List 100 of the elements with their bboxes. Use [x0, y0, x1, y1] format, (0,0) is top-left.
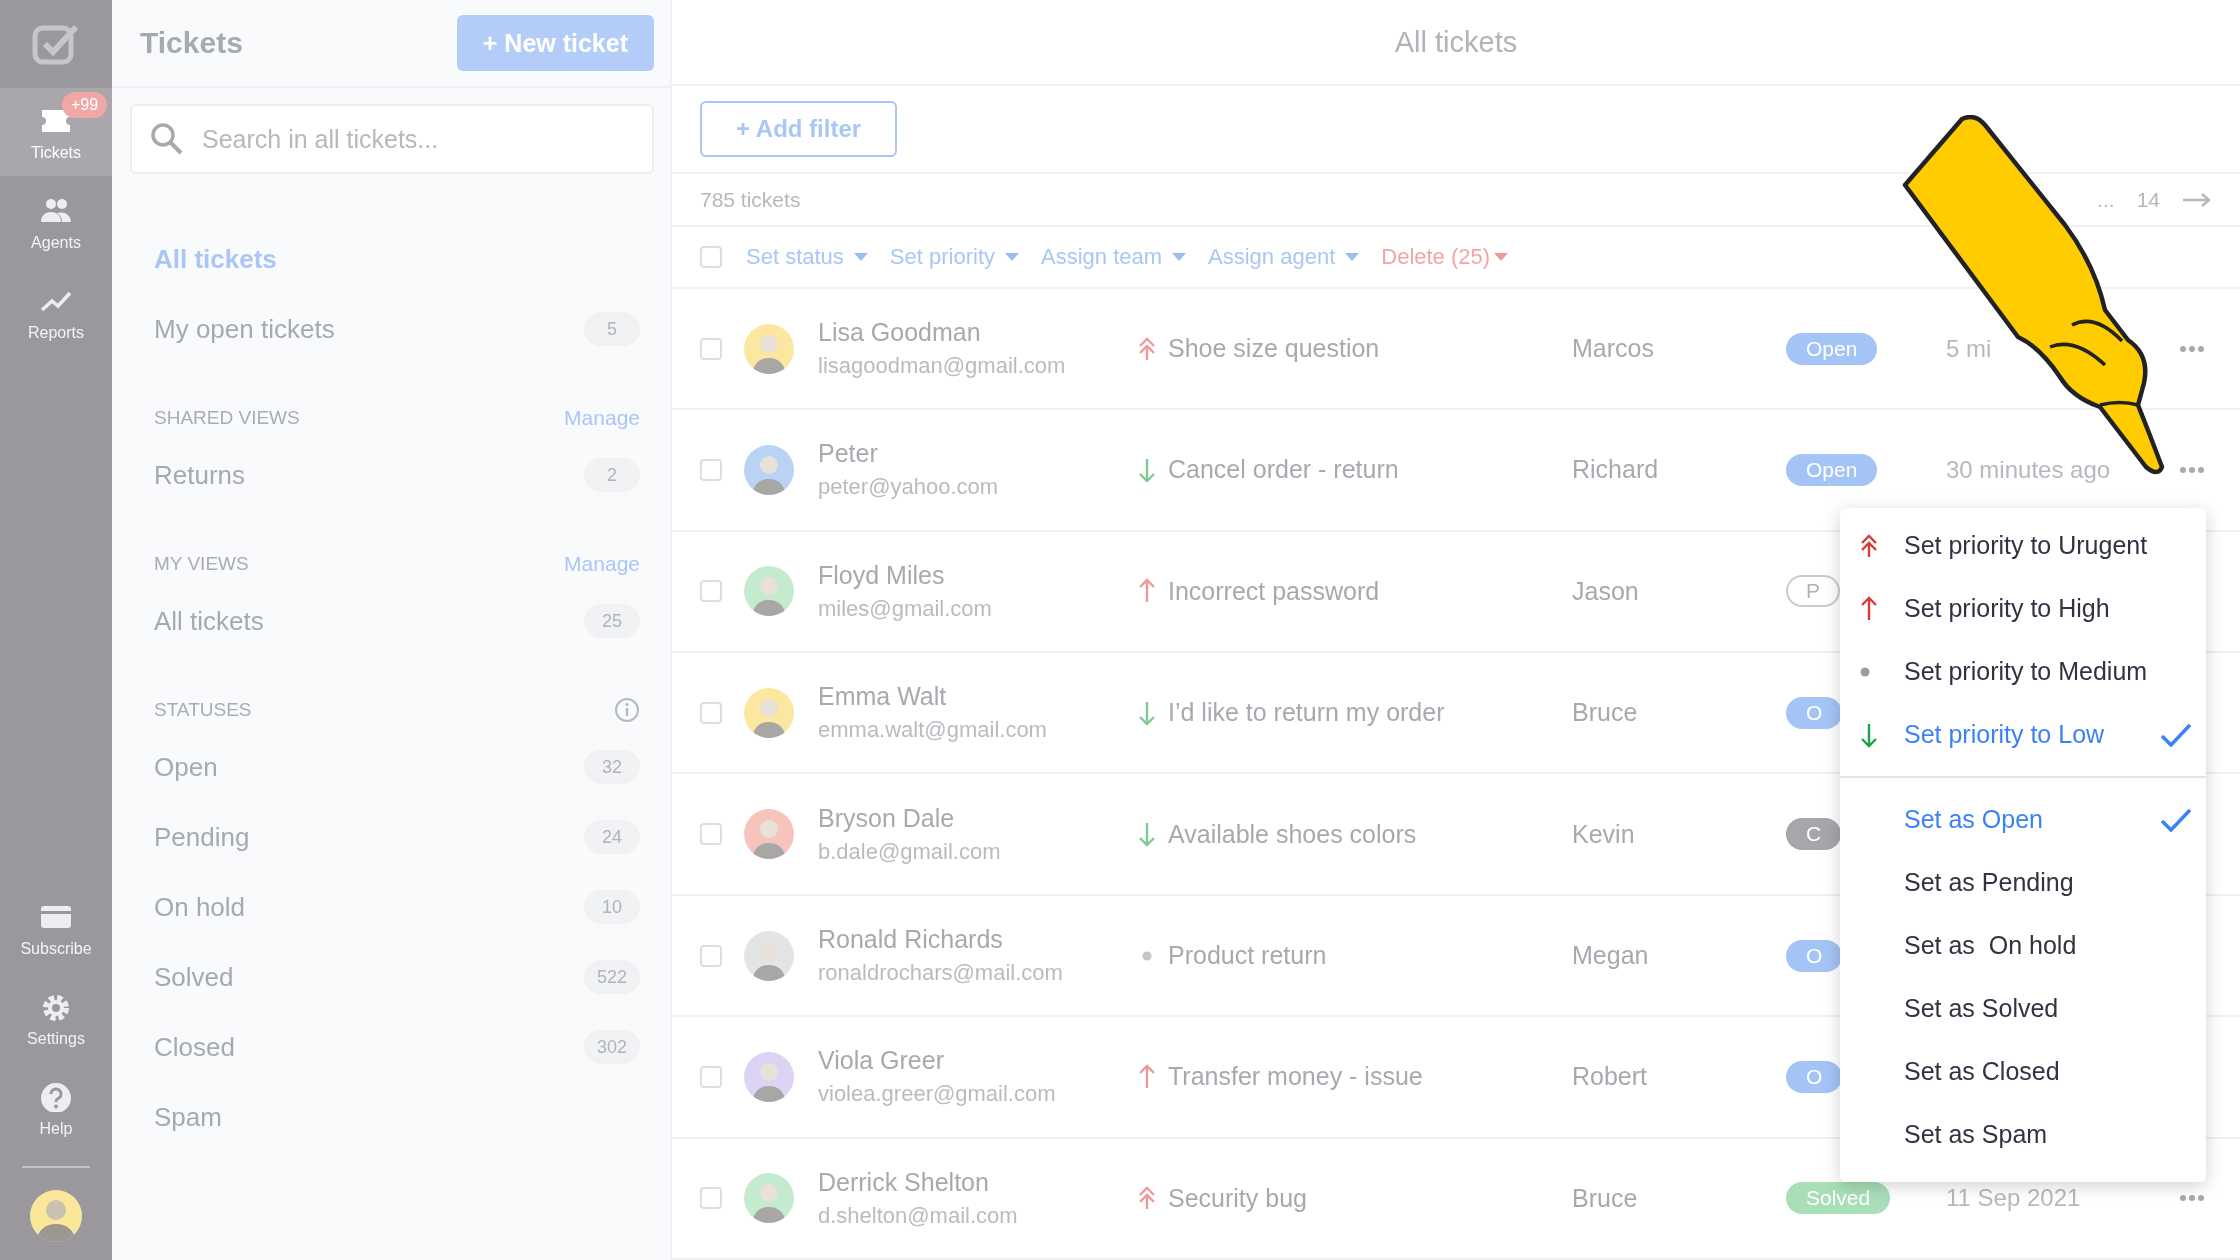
row-checkbox[interactable]: [700, 337, 722, 360]
user-avatar[interactable]: [30, 1190, 82, 1242]
menu-item[interactable]: Set as Open: [1840, 788, 2206, 851]
time-text: 11 Sep 2021: [1946, 1184, 2081, 1212]
caret-icon: [1494, 253, 1509, 261]
manage-link[interactable]: Manage: [564, 406, 640, 430]
search-field[interactable]: Search in all tickets...: [130, 104, 654, 174]
bulk-action-dropdown[interactable]: Set priority: [889, 244, 1019, 270]
bulk-action-dropdown[interactable]: Set status: [746, 244, 868, 270]
menu-item[interactable]: Set priority to Urugent: [1840, 514, 2206, 577]
pagination-ellipsis: ...: [2097, 187, 2115, 212]
nav-item[interactable]: Agents: [0, 182, 112, 266]
customer-name: Ronald Richards: [818, 925, 1004, 954]
bulk-action-dropdown[interactable]: Assign team: [1041, 244, 1187, 270]
caret-icon: [1172, 253, 1187, 261]
more-icon[interactable]: [2180, 466, 2204, 473]
row-checkbox[interactable]: [700, 580, 722, 603]
row-checkbox[interactable]: [700, 701, 722, 724]
agent-name: Kevin: [1572, 819, 1636, 849]
ticket-subject[interactable]: I’d like to return my order: [1168, 698, 1445, 728]
view-link[interactable]: All tickets: [154, 605, 264, 637]
view-link[interactable]: Pending: [154, 821, 250, 853]
customer-email: lisagoodman@gmail.com: [818, 353, 1067, 380]
view-link[interactable]: Closed: [154, 1031, 235, 1063]
search-icon: [150, 122, 184, 156]
right-arrow-icon[interactable]: [2182, 192, 2212, 207]
agent-name: Richard: [1572, 455, 1660, 485]
status-badge: P: [1786, 575, 1840, 608]
nav-item[interactable]: Subscribe: [0, 888, 112, 972]
ticket-subject[interactable]: Security bug: [1168, 1183, 1307, 1213]
row-checkbox[interactable]: [700, 458, 722, 481]
ticket-subject[interactable]: Transfer money - issue: [1168, 1062, 1423, 1092]
menu-item[interactable]: Set priority to High: [1840, 577, 2206, 640]
manage-link[interactable]: Manage: [564, 552, 640, 576]
more-icon[interactable]: [2180, 345, 2204, 352]
ticket-subject[interactable]: Incorrect password: [1168, 576, 1380, 606]
checkmark-icon: [2160, 807, 2192, 832]
agent-name: Jason: [1572, 576, 1640, 606]
agent-name: Bruce: [1572, 698, 1639, 728]
page-link[interactable]: 14: [2136, 187, 2160, 212]
more-icon[interactable]: [2180, 1195, 2204, 1202]
count-badge: 5: [584, 312, 640, 346]
bulk-action-dropdown[interactable]: Delete (25): [1381, 244, 1509, 270]
menu-item[interactable]: Set as On hold: [1840, 914, 2206, 977]
view-link[interactable]: On hold: [154, 891, 246, 923]
nav-item[interactable]: Help: [0, 1068, 112, 1152]
view-link[interactable]: My open tickets: [154, 313, 335, 345]
panel-title: Tickets: [140, 26, 243, 60]
ticket-subject[interactable]: Available shoes colors: [1168, 819, 1417, 849]
nav-item[interactable]: +99 Tickets: [0, 88, 112, 176]
menu-item[interactable]: Set as Closed: [1840, 1040, 2206, 1103]
customer-email: ronaldrochars@mail.com: [818, 960, 1064, 986]
select-all-checkbox[interactable]: [700, 246, 722, 268]
row-checkbox[interactable]: [700, 823, 722, 846]
section-heading: SHARED VIEWS: [154, 407, 300, 429]
view-link[interactable]: All tickets: [154, 243, 277, 275]
customer-name: Viola Greer: [818, 1046, 945, 1076]
checkmark-icon: [2160, 722, 2192, 747]
ticket-subject[interactable]: Shoe size question: [1168, 334, 1380, 364]
menu-item[interactable]: Set as Spam: [1840, 1103, 2206, 1166]
ticket-subject[interactable]: Cancel order - return: [1168, 455, 1399, 485]
row-checkbox[interactable]: [700, 1065, 722, 1088]
menu-item[interactable]: Set priority to Low: [1840, 703, 2206, 766]
count-badge: 32: [584, 750, 640, 784]
settings-icon: [40, 992, 72, 1022]
customer-name: Bryson Dale: [818, 803, 956, 833]
view-link[interactable]: Returns: [154, 459, 246, 491]
menu-item[interactable]: Set as Pending: [1840, 851, 2206, 914]
count-badge: 25: [584, 604, 640, 638]
view-link[interactable]: Open: [154, 751, 218, 783]
ticket-subject[interactable]: Product return: [1168, 941, 1327, 970]
page-title: All tickets: [1394, 25, 1518, 59]
status-badge: Open: [1786, 332, 1878, 365]
checkbox-logo-icon: [32, 22, 80, 66]
customer-name: Derrick Shelton: [818, 1167, 990, 1197]
nav-item[interactable]: Reports: [0, 272, 112, 356]
view-link[interactable]: Solved: [154, 961, 234, 993]
new-ticket-button[interactable]: + New ticket: [456, 15, 654, 71]
status-badge: Solved: [1786, 1182, 1891, 1215]
row-checkbox[interactable]: [700, 1187, 722, 1210]
view-link[interactable]: Spam: [154, 1101, 222, 1133]
customer-email: emma.walt@gmail.com: [818, 717, 1048, 744]
add-filter-button[interactable]: + Add filter: [700, 101, 898, 158]
count-badge: 302: [584, 1030, 640, 1064]
count-badge: 24: [584, 820, 640, 854]
count-badge: 522: [584, 960, 640, 994]
customer-name: Lisa Goodman: [818, 318, 982, 348]
row-checkbox[interactable]: [700, 944, 722, 967]
bulk-action-dropdown[interactable]: Assign agent: [1208, 244, 1360, 270]
section-heading: STATUSES: [154, 699, 252, 721]
customer-email: d.shelton@mail.com: [818, 1202, 1019, 1229]
customer-name: Emma Walt: [818, 682, 948, 712]
agent-name: Bruce: [1572, 1183, 1639, 1213]
agent-name: Marcos: [1572, 334, 1655, 364]
menu-item[interactable]: Set as Solved: [1840, 977, 2206, 1040]
help-icon: [40, 1082, 72, 1112]
customer-name: Floyd Miles: [818, 560, 946, 590]
nav-item[interactable]: Settings: [0, 978, 112, 1062]
customer-email: peter@yahoo.com: [818, 474, 1000, 501]
menu-item[interactable]: Set priority to Medium: [1840, 640, 2206, 703]
